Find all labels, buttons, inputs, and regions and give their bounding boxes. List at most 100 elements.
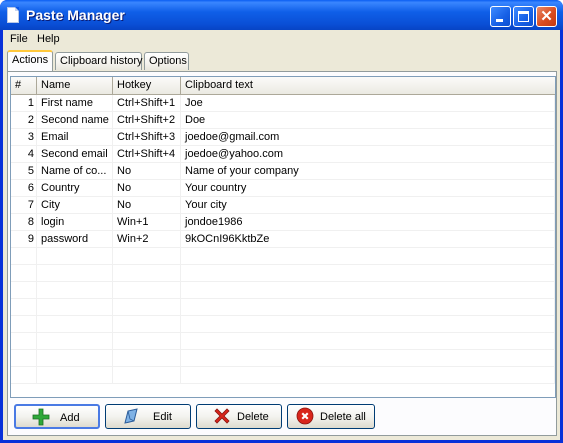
cell-number bbox=[11, 350, 37, 367]
table-row[interactable]: 9 password Win+2 9kOCnI96KktbZe bbox=[11, 231, 555, 248]
cell-name: City bbox=[37, 197, 113, 214]
edit-button[interactable]: Edit bbox=[105, 404, 191, 429]
cell-number: 1 bbox=[11, 95, 37, 112]
cell-hotkey bbox=[113, 282, 181, 299]
cell-name: Second email bbox=[37, 146, 113, 163]
empty-table-row[interactable] bbox=[11, 333, 555, 350]
table-row[interactable]: 1 First name Ctrl+Shift+1 Joe bbox=[11, 95, 555, 112]
close-button[interactable]: ✕ bbox=[536, 6, 557, 27]
delete-all-button[interactable]: Delete all bbox=[287, 404, 375, 429]
cell-number: 5 bbox=[11, 163, 37, 180]
cell-name bbox=[37, 367, 113, 384]
actions-tab-panel: # Name Hotkey Clipboard text 1 First name… bbox=[7, 71, 557, 436]
plus-icon bbox=[32, 408, 50, 426]
edit-icon bbox=[124, 408, 138, 424]
cell-hotkey: Win+2 bbox=[113, 231, 181, 248]
cell-number bbox=[11, 282, 37, 299]
empty-table-row[interactable] bbox=[11, 265, 555, 282]
empty-table-row[interactable] bbox=[11, 282, 555, 299]
maximize-button[interactable] bbox=[513, 6, 534, 27]
menu-help[interactable]: Help bbox=[34, 33, 63, 45]
cell-number: 9 bbox=[11, 231, 37, 248]
cell-hotkey bbox=[113, 333, 181, 350]
cell-clipboard-text: joedoe@gmail.com bbox=[181, 129, 555, 146]
cell-name bbox=[37, 265, 113, 282]
delete-all-icon bbox=[296, 407, 314, 425]
table-row[interactable]: 2 Second name Ctrl+Shift+2 Doe bbox=[11, 112, 555, 129]
table-row[interactable]: 3 Email Ctrl+Shift+3 joedoe@gmail.com bbox=[11, 129, 555, 146]
delete-all-button-label: Delete all bbox=[320, 411, 366, 423]
cell-hotkey: Ctrl+Shift+2 bbox=[113, 112, 181, 129]
delete-button-label: Delete bbox=[237, 411, 269, 423]
cell-hotkey bbox=[113, 367, 181, 384]
delete-button[interactable]: Delete bbox=[196, 404, 282, 429]
window-client-area: File Help Actions Clipboard history Opti… bbox=[3, 30, 560, 440]
column-header-number[interactable]: # bbox=[11, 77, 37, 94]
tab-options[interactable]: Options bbox=[144, 52, 189, 70]
cell-number: 3 bbox=[11, 129, 37, 146]
empty-table-row[interactable] bbox=[11, 367, 555, 384]
actions-grid[interactable]: # Name Hotkey Clipboard text 1 First name… bbox=[10, 76, 556, 398]
window-title: Paste Manager bbox=[26, 7, 125, 23]
cell-clipboard-text: Doe bbox=[181, 112, 555, 129]
cell-name bbox=[37, 316, 113, 333]
cell-name: password bbox=[37, 231, 113, 248]
cell-number bbox=[11, 316, 37, 333]
title-bar[interactable]: Paste Manager ✕ bbox=[0, 0, 563, 30]
cell-name: login bbox=[37, 214, 113, 231]
table-row[interactable]: 5 Name of co... No Name of your company bbox=[11, 163, 555, 180]
column-header-hotkey[interactable]: Hotkey bbox=[113, 77, 181, 94]
cell-clipboard-text: Joe bbox=[181, 95, 555, 112]
cell-name bbox=[37, 299, 113, 316]
cell-hotkey bbox=[113, 316, 181, 333]
cell-number bbox=[11, 333, 37, 350]
empty-table-row[interactable] bbox=[11, 316, 555, 333]
grid-header: # Name Hotkey Clipboard text bbox=[11, 77, 555, 95]
cell-clipboard-text bbox=[181, 367, 555, 384]
edit-button-label: Edit bbox=[153, 411, 172, 423]
cell-clipboard-text bbox=[181, 316, 555, 333]
cell-clipboard-text: Name of your company bbox=[181, 163, 555, 180]
cell-number: 6 bbox=[11, 180, 37, 197]
cell-number: 4 bbox=[11, 146, 37, 163]
table-row[interactable]: 7 City No Your city bbox=[11, 197, 555, 214]
cell-hotkey bbox=[113, 248, 181, 265]
minimize-icon bbox=[496, 19, 503, 22]
maximize-icon bbox=[518, 11, 529, 22]
cell-name: Name of co... bbox=[37, 163, 113, 180]
minimize-button[interactable] bbox=[490, 6, 511, 27]
cell-hotkey: No bbox=[113, 163, 181, 180]
cell-number bbox=[11, 248, 37, 265]
cell-clipboard-text bbox=[181, 350, 555, 367]
column-header-name[interactable]: Name bbox=[37, 77, 113, 94]
tab-actions[interactable]: Actions bbox=[7, 50, 53, 71]
column-header-clipboard-text[interactable]: Clipboard text bbox=[181, 77, 555, 94]
cell-clipboard-text: joedoe@yahoo.com bbox=[181, 146, 555, 163]
add-button[interactable]: Add bbox=[14, 404, 100, 429]
cell-hotkey: Ctrl+Shift+1 bbox=[113, 95, 181, 112]
notepad-icon bbox=[7, 7, 19, 23]
menu-bar: File Help bbox=[3, 30, 560, 49]
empty-table-row[interactable] bbox=[11, 299, 555, 316]
tab-clipboard-history[interactable]: Clipboard history bbox=[55, 52, 143, 70]
add-button-label: Add bbox=[60, 412, 80, 424]
cell-hotkey: No bbox=[113, 197, 181, 214]
tab-strip: Actions Clipboard history Options bbox=[3, 49, 560, 71]
cell-name bbox=[37, 333, 113, 350]
menu-file[interactable]: File bbox=[7, 33, 31, 45]
cell-clipboard-text: Your country bbox=[181, 180, 555, 197]
cell-hotkey bbox=[113, 265, 181, 282]
app-window: Paste Manager ✕ File Help Actions Clipbo… bbox=[0, 0, 563, 443]
cell-clipboard-text: jondoe1986 bbox=[181, 214, 555, 231]
close-icon: ✕ bbox=[540, 8, 553, 25]
empty-table-row[interactable] bbox=[11, 248, 555, 265]
cell-name: First name bbox=[37, 95, 113, 112]
table-row[interactable]: 8 login Win+1 jondoe1986 bbox=[11, 214, 555, 231]
cell-number bbox=[11, 265, 37, 282]
table-row[interactable]: 6 Country No Your country bbox=[11, 180, 555, 197]
table-row[interactable]: 4 Second email Ctrl+Shift+4 joedoe@yahoo.co… bbox=[11, 146, 555, 163]
cell-clipboard-text bbox=[181, 265, 555, 282]
grid-body: 1 First name Ctrl+Shift+1 Joe 2 Second name Ct… bbox=[11, 95, 555, 397]
delete-x-icon bbox=[214, 408, 230, 424]
empty-table-row[interactable] bbox=[11, 350, 555, 367]
